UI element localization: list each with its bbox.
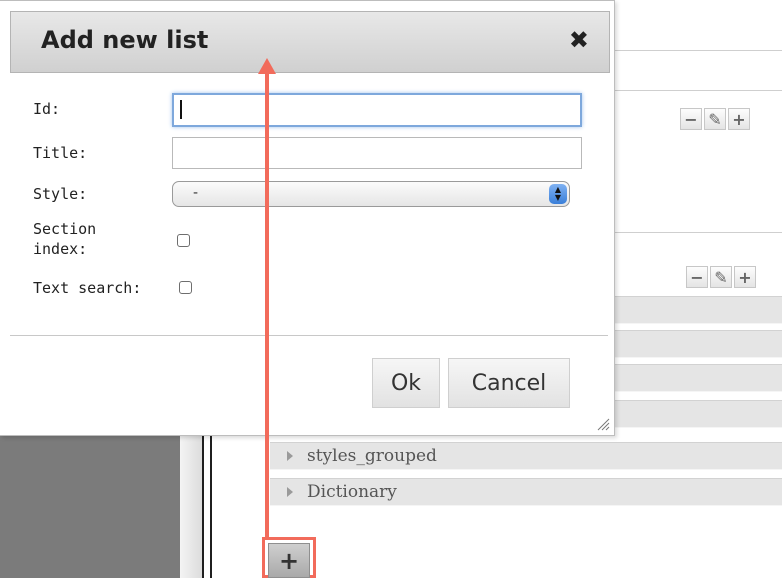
sidebar-panel xyxy=(0,430,180,578)
minus-icon: − xyxy=(690,267,704,287)
section-index-label-line2: index: xyxy=(33,240,88,258)
top-divider-2 xyxy=(615,90,782,91)
plus-icon: + xyxy=(738,267,752,287)
text-caret xyxy=(180,100,182,119)
add-new-list-dialog: Add new list ✖ Id: Title: Style: - ▲ ▼ Se… xyxy=(0,0,615,436)
cancel-button[interactable]: Cancel xyxy=(448,358,570,408)
remove-button-2[interactable]: − xyxy=(686,266,708,288)
top-divider xyxy=(615,50,782,51)
divider-line-2 xyxy=(210,430,212,578)
text-search-label: Text search: xyxy=(33,279,142,297)
dialog-separator xyxy=(10,335,608,336)
style-select[interactable]: - ▲ ▼ xyxy=(172,181,570,207)
add-button-2[interactable]: + xyxy=(734,266,756,288)
close-icon[interactable]: ✖ xyxy=(569,28,589,52)
section-index-label: Section index: xyxy=(33,219,96,259)
list-row-label: styles_grouped xyxy=(307,446,437,466)
annotation-arrow-head-icon xyxy=(258,58,276,74)
annotation-arrow-line xyxy=(265,70,269,540)
list-row-styles-grouped[interactable]: styles_grouped xyxy=(270,442,782,470)
title-input[interactable] xyxy=(172,137,582,169)
plus-icon: + xyxy=(732,109,746,129)
sidebar-splitter[interactable] xyxy=(180,430,202,578)
list-toolbar-top: − ✎ + xyxy=(680,108,750,130)
title-label: Title: xyxy=(33,144,88,162)
dialog-header[interactable]: Add new list ✖ xyxy=(10,11,610,73)
divider-line-1 xyxy=(202,430,204,578)
id-label: Id: xyxy=(33,100,61,118)
pencil-icon: ✎ xyxy=(708,109,722,129)
section-index-label-line1: Section xyxy=(33,220,97,238)
id-input[interactable] xyxy=(172,93,582,127)
dialog-title: Add new list xyxy=(41,26,209,54)
section-index-checkbox[interactable] xyxy=(177,234,190,247)
style-select-value: - xyxy=(193,185,199,201)
select-arrows-icon: ▲ ▼ xyxy=(549,184,567,204)
expand-icon xyxy=(287,487,293,497)
list-row-dictionary[interactable]: Dictionary xyxy=(270,478,782,506)
mid-divider xyxy=(615,232,782,233)
minus-icon: − xyxy=(684,109,698,129)
text-search-checkbox[interactable] xyxy=(179,281,192,294)
edit-button-2[interactable]: ✎ xyxy=(710,266,732,288)
add-list-button[interactable]: + xyxy=(268,543,310,578)
add-button[interactable]: + xyxy=(728,108,750,130)
list-row-label: Dictionary xyxy=(307,482,397,502)
expand-icon xyxy=(287,451,293,461)
remove-button[interactable]: − xyxy=(680,108,702,130)
list-toolbar-bottom: − ✎ + xyxy=(686,266,756,288)
resize-grip-icon[interactable] xyxy=(596,417,610,431)
style-label: Style: xyxy=(33,185,88,203)
pencil-icon: ✎ xyxy=(714,267,728,287)
edit-button[interactable]: ✎ xyxy=(704,108,726,130)
ok-button[interactable]: Ok xyxy=(372,358,440,408)
